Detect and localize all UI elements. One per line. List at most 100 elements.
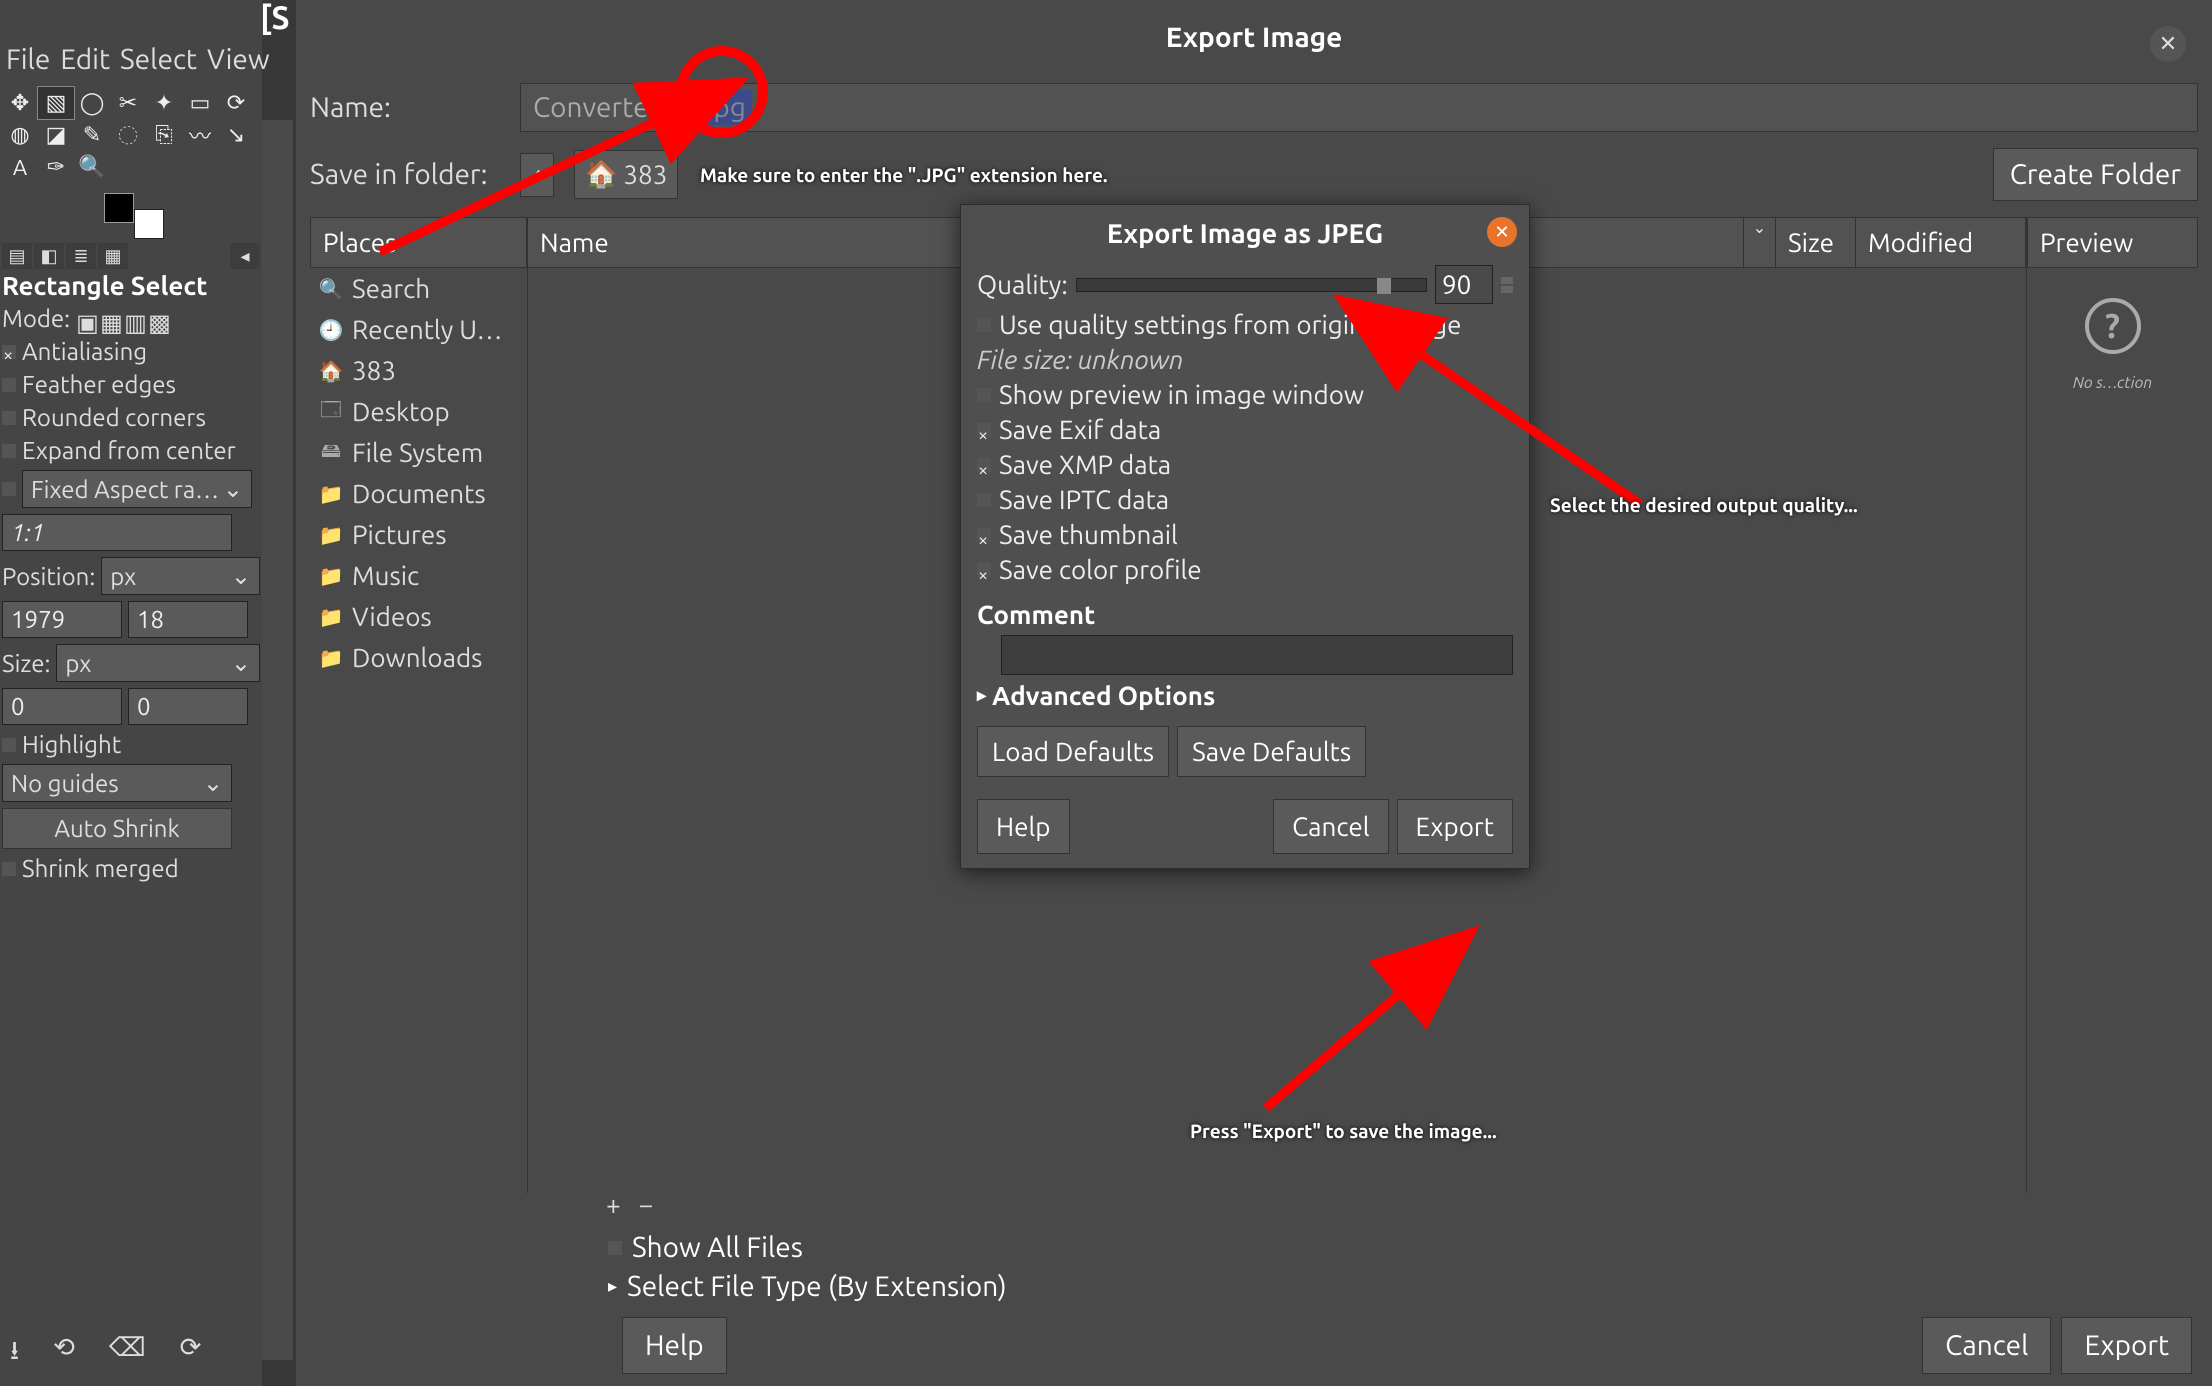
places-item[interactable]: 🕘Recently U… [310, 309, 527, 350]
filename-input[interactable]: ConverterAp.jpg [520, 83, 2198, 132]
load-defaults-button[interactable]: Load Defaults [977, 726, 1169, 777]
tool-clone-icon[interactable]: ⎘ [146, 119, 182, 151]
aspect-ratio-input[interactable] [2, 514, 232, 551]
check-antialias[interactable] [2, 345, 16, 359]
check-save-thumb[interactable] [977, 528, 991, 542]
fixed-select[interactable]: Fixed Aspect ra…⌄ [22, 470, 252, 508]
quality-slider[interactable] [1076, 278, 1427, 292]
save-options-icon[interactable]: ⭳ [10, 1332, 19, 1376]
advanced-options-label[interactable]: Advanced Options [992, 681, 1215, 710]
tab-history-icon[interactable]: ≣ [66, 243, 96, 269]
menu-edit[interactable]: Edit [58, 42, 112, 77]
quality-value[interactable]: 90 [1435, 265, 1493, 304]
expander-icon[interactable]: ▸ [608, 1276, 617, 1297]
places-item[interactable]: 📁Downloads [310, 637, 527, 678]
mode-subtract-icon[interactable]: ▥ [124, 309, 146, 329]
quality-spinner[interactable] [1501, 277, 1513, 293]
help-button[interactable]: Help [622, 1317, 727, 1374]
delete-options-icon[interactable]: ⌫ [109, 1332, 146, 1376]
check-highlight[interactable] [2, 738, 16, 752]
pos-unit[interactable]: px ⌄ [101, 557, 260, 595]
pos-x-input[interactable] [2, 601, 122, 638]
select-file-type-label[interactable]: Select File Type (By Extension) [627, 1271, 1007, 1302]
places-item[interactable]: 📁Music [310, 555, 527, 596]
reset-options-icon[interactable]: ⟳ [180, 1332, 202, 1376]
create-folder-button[interactable]: Create Folder [1993, 148, 2198, 201]
tab-tool-options-icon[interactable]: ▤ [2, 243, 32, 269]
places-add-button[interactable]: + [606, 1190, 621, 1219]
auto-shrink-button[interactable]: Auto Shrink [2, 808, 232, 849]
tab-device-icon[interactable]: ◧ [34, 243, 64, 269]
jpeg-help-button[interactable]: Help [977, 799, 1070, 854]
size-header[interactable]: Size [1776, 217, 1856, 268]
modified-header[interactable]: Modified [1856, 217, 2026, 268]
tool-crop-icon[interactable]: ▭ [182, 87, 218, 119]
path-segment-home[interactable]: 🏠 383 [574, 150, 678, 199]
tool-smudge-icon[interactable]: 〰 [182, 119, 218, 151]
menu-file[interactable]: File [4, 42, 52, 77]
pos-y-input[interactable] [128, 601, 248, 638]
check-save-iptc[interactable] [977, 493, 991, 507]
tool-pencil-icon[interactable]: ✎ [74, 119, 110, 151]
places-remove-button[interactable]: − [639, 1190, 654, 1219]
check-show-preview[interactable] [977, 388, 991, 402]
check-save-xmp[interactable] [977, 458, 991, 472]
size-w-input[interactable] [2, 688, 122, 725]
check-show-all-files[interactable] [608, 1241, 622, 1255]
expander-icon[interactable]: ▸ [977, 685, 986, 706]
menu-select[interactable]: Select [118, 42, 199, 77]
check-feather[interactable] [2, 378, 16, 392]
size-h-input[interactable] [128, 688, 248, 725]
save-defaults-button[interactable]: Save Defaults [1177, 726, 1366, 777]
check-save-color[interactable] [977, 563, 991, 577]
tool-bucket-icon[interactable]: ◍ [2, 119, 38, 151]
cancel-button[interactable]: Cancel [1922, 1317, 2051, 1374]
places-item[interactable]: 🖴File System [310, 432, 527, 473]
check-save-exif[interactable] [977, 423, 991, 437]
size-unit[interactable]: px ⌄ [56, 644, 260, 682]
tool-rect-select-icon[interactable]: ▧ [38, 87, 74, 119]
slider-thumb[interactable] [1377, 278, 1391, 294]
tool-color-picker-icon[interactable]: ✑ [38, 151, 74, 183]
fg-color-swatch[interactable] [104, 193, 134, 223]
jpeg-close-button[interactable]: ✕ [1487, 217, 1517, 247]
tool-free-select-icon[interactable]: ✂ [110, 87, 146, 119]
check-shrink-merged[interactable] [2, 862, 16, 876]
check-expand[interactable] [2, 444, 16, 458]
places-item[interactable]: 📁Pictures [310, 514, 527, 555]
close-button[interactable]: ✕ [2150, 26, 2186, 62]
places-item[interactable]: 📁Documents [310, 473, 527, 514]
mode-intersect-icon[interactable]: ▩ [148, 309, 170, 329]
menu-view[interactable]: View [205, 42, 272, 77]
restore-options-icon[interactable]: ⟲ [53, 1332, 75, 1376]
places-item[interactable]: 🔍Search [310, 268, 527, 309]
tool-zoom-icon[interactable]: 🔍 [74, 151, 110, 183]
mode-replace-icon[interactable]: ▣ [76, 309, 98, 329]
guides-select[interactable]: No guides⌄ [2, 764, 232, 802]
tool-ellipse-select-icon[interactable]: ◯ [74, 87, 110, 119]
tool-move-icon[interactable]: ✥ [2, 87, 38, 119]
tool-fuzzy-select-icon[interactable]: ✦ [146, 87, 182, 119]
jpeg-cancel-button[interactable]: Cancel [1273, 799, 1388, 854]
name-sort-icon[interactable]: ⌄ [1744, 217, 1776, 268]
places-item[interactable]: 🗔Desktop [310, 391, 527, 432]
check-fixed[interactable] [2, 482, 16, 496]
jpeg-export-button[interactable]: Export [1397, 799, 1513, 854]
tool-rotate-icon[interactable]: ⟳ [218, 87, 254, 119]
places-item[interactable]: 🏠383 [310, 350, 527, 391]
fg-bg-color[interactable] [104, 193, 164, 239]
mode-add-icon[interactable]: ▦ [100, 309, 122, 329]
tool-eraser-icon[interactable]: ◌ [110, 119, 146, 151]
tool-text-icon[interactable]: A [2, 151, 38, 183]
tool-gradient-icon[interactable]: ◪ [38, 119, 74, 151]
check-use-orig-quality[interactable] [977, 318, 991, 332]
tab-menu-icon[interactable]: ◂ [230, 243, 260, 269]
check-rounded[interactable] [2, 411, 16, 425]
comment-input[interactable] [1001, 635, 1513, 675]
path-back-button[interactable]: ‹ [520, 153, 554, 197]
tool-path-icon[interactable]: ↘ [218, 119, 254, 151]
bg-color-swatch[interactable] [134, 209, 164, 239]
places-item[interactable]: 📁Videos [310, 596, 527, 637]
export-button[interactable]: Export [2061, 1317, 2192, 1374]
tab-images-icon[interactable]: ▦ [98, 243, 128, 269]
